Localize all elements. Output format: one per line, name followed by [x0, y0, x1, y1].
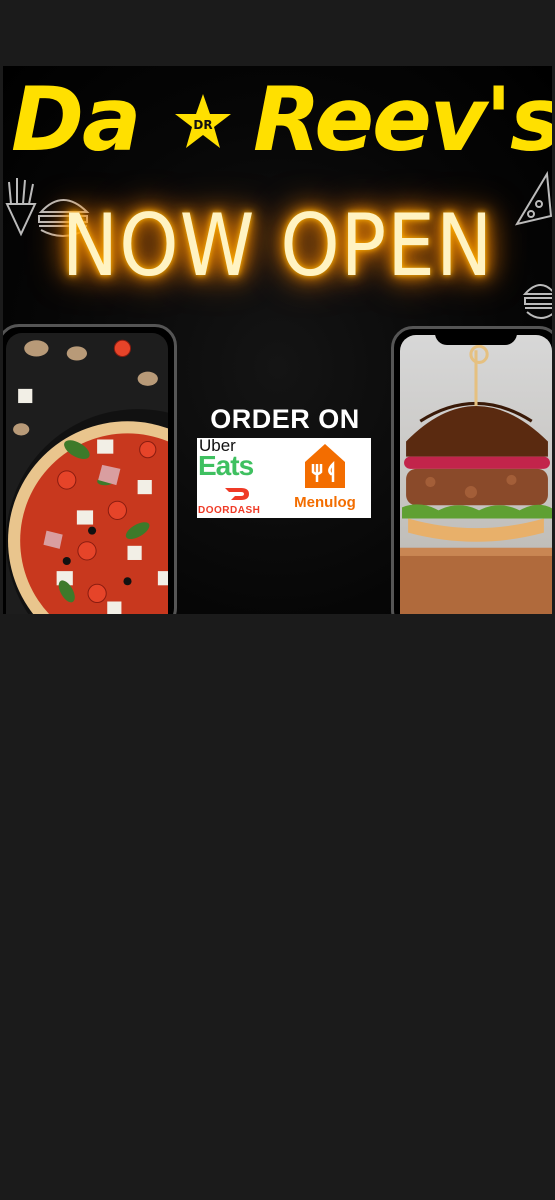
logo-monogram: DR: [193, 118, 212, 132]
pizza-image: [6, 333, 168, 614]
burger-icon: [522, 284, 552, 319]
doordash-label: DOORDASH: [198, 505, 261, 516]
menulog-house-icon: [305, 444, 345, 488]
doordash-icon: [225, 488, 249, 500]
promo-banner: Da DR Reev's NOW OPEN ORDER ON Uber Eats…: [3, 66, 552, 614]
phone-pizza: [3, 324, 177, 614]
uber-eats-logo[interactable]: Uber Eats: [197, 436, 277, 481]
order-on-label: ORDER ON: [210, 404, 360, 434]
uber-eats-bottom: Eats: [198, 450, 254, 481]
now-open-headline: NOW OPEN: [61, 196, 494, 296]
doordash-logo[interactable]: DOORDASH: [197, 480, 277, 518]
brand-word-left: Da: [11, 68, 141, 171]
phone-burger: [391, 326, 552, 614]
menulog-label: Menulog: [294, 494, 356, 511]
brand-title: Da DR Reev's: [3, 70, 552, 180]
delivery-logos: Uber Eats DOORDASH Menulog: [197, 436, 371, 518]
brand-word-right: Reev's: [253, 68, 552, 171]
menulog-logo[interactable]: Menulog: [279, 438, 371, 518]
burger-image: [400, 335, 552, 614]
phone-notch: [435, 329, 517, 345]
star-logo-icon: DR: [175, 94, 231, 148]
